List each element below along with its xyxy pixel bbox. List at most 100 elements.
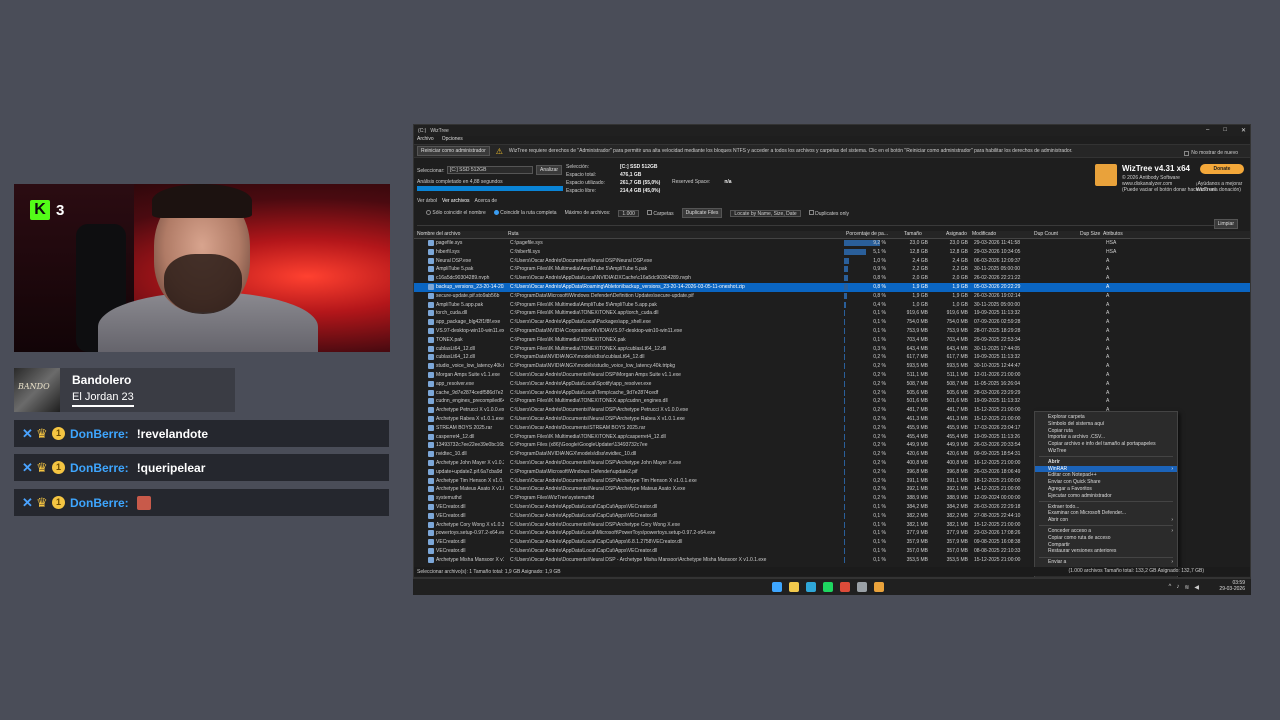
- song-title: Bandolero: [72, 373, 132, 387]
- table-row[interactable]: studio_voice_low_latency.40k.trtpkg C:\Pr…: [414, 362, 1250, 371]
- context-menu-item[interactable]: Editar con Notepad++: [1035, 472, 1177, 479]
- menu-opciones[interactable]: Opciones: [442, 136, 463, 144]
- col-dup-size[interactable]: Dup Size: [1080, 231, 1100, 237]
- file-modified: 17-03-2026 23:04:17: [974, 424, 1021, 431]
- wiztree-icon[interactable]: [874, 582, 884, 592]
- table-row[interactable]: TONEX.pak C:\Program Files\IK Multimedia\…: [414, 336, 1250, 345]
- file-explorer-icon[interactable]: [789, 582, 799, 592]
- context-menu-item[interactable]: Abrir con ›: [1035, 517, 1177, 524]
- duplicate-match-select[interactable]: Locate by Name, Size, Date: [730, 209, 801, 217]
- percent-bar: [844, 433, 845, 440]
- context-menu-item[interactable]: Símbolo del sistema aquí: [1035, 421, 1177, 428]
- clear-button[interactable]: Limpiar: [1213, 219, 1238, 229]
- tab-tree-view[interactable]: Ver árbol: [417, 198, 437, 204]
- table-row[interactable]: c16a5dc90304289.nvph C:\Users\Oscar André…: [414, 274, 1250, 283]
- col-dup-count[interactable]: Dup Count: [1034, 231, 1058, 237]
- col-path[interactable]: Ruta: [508, 231, 519, 237]
- context-menu-item[interactable]: Extraer todo...: [1035, 504, 1177, 511]
- table-row[interactable]: hiberfil.sys C:\hiberfil.sys 5,1 % 12,8 GB 1…: [414, 248, 1250, 257]
- file-path: C:\Users\Oscar Andrés\Documents\Neural D…: [510, 521, 680, 528]
- restart-admin-button[interactable]: Reiniciar como administrador: [417, 146, 490, 156]
- chevron-up-icon[interactable]: ^: [1169, 584, 1172, 591]
- context-menu-item[interactable]: WizTree: [1035, 448, 1177, 455]
- context-menu-item[interactable]: Examinar con Microsoft Defender...: [1035, 510, 1177, 517]
- no-show-checkbox[interactable]: [1184, 150, 1190, 156]
- col-attributes[interactable]: Atributos: [1103, 231, 1123, 237]
- table-row[interactable]: cache_9d7e2874cedf586d7e2 C:\Users\Oscar …: [414, 389, 1250, 398]
- file-modified: 23-03-2026 17:08:26: [974, 530, 1021, 537]
- table-row[interactable]: pagefile.sys C:\pagefile.sys 9,2 % 23,0 GB 2…: [414, 239, 1250, 248]
- context-menu-item[interactable]: Copiar ruta: [1035, 428, 1177, 435]
- chat-username[interactable]: DonBerre:: [70, 461, 129, 475]
- context-menu-item[interactable]: Explorar carpeta: [1035, 414, 1177, 421]
- duplicates-only-checkbox[interactable]: [808, 209, 814, 215]
- context-menu-item[interactable]: Importar a archivo .CSV...: [1035, 434, 1177, 441]
- context-menu-item[interactable]: Copiar como ruta de acceso: [1035, 535, 1177, 542]
- col-allocated[interactable]: Asignado: [946, 231, 967, 237]
- table-row[interactable]: AmpliTube 5.app.pak C:\Program Files\IK M…: [414, 301, 1250, 310]
- table-row[interactable]: VS.97-desktop-win10-win11.exe C:\ProgramD…: [414, 327, 1250, 336]
- maximize-icon[interactable]: □: [1223, 127, 1227, 134]
- radio-full-path[interactable]: [493, 210, 499, 216]
- context-menu-item[interactable]: Compartir: [1035, 542, 1177, 549]
- table-row[interactable]: cublasLt64_12.dll C:\Program Files\IK Mul…: [414, 345, 1250, 354]
- table-row[interactable]: Morgan Amps Suite v1.1.exe C:\Users\Oscar…: [414, 371, 1250, 380]
- table-row[interactable]: Neural DSP.exe C:\Users\Oscar Andrés\Docu…: [414, 257, 1250, 266]
- table-row[interactable]: secure-update.pif.sto9ab56b C:\ProgramDat…: [414, 292, 1250, 301]
- context-menu-item[interactable]: Enviar a ›: [1035, 559, 1177, 566]
- context-menu-item[interactable]: Restaurar versiones anteriores: [1035, 548, 1177, 555]
- context-menu-item[interactable]: WinRAR ›: [1035, 465, 1177, 473]
- context-menu-item[interactable]: Abrir: [1035, 459, 1177, 466]
- table-row[interactable]: torch_cuda.dll C:\Program Files\IK Multim…: [414, 309, 1250, 318]
- search-input[interactable]: [417, 219, 1217, 226]
- edge-icon[interactable]: [806, 582, 816, 592]
- context-menu-item[interactable]: Copiar archivo e info del tamaño al port…: [1035, 441, 1177, 448]
- table-row[interactable]: cublasLt64_12.dll C:\ProgramData\NVIDIA\N…: [414, 353, 1250, 362]
- wifi-icon[interactable]: ≋: [1184, 584, 1189, 591]
- close-icon[interactable]: ✕: [1241, 127, 1246, 134]
- context-menu-item[interactable]: Conceder acceso a ›: [1035, 528, 1177, 535]
- settings-icon[interactable]: [857, 582, 867, 592]
- context-menu-item[interactable]: Enviar con Quick Share: [1035, 479, 1177, 486]
- table-row[interactable]: app_resolver.exe C:\Users\Oscar Andrés\Ap…: [414, 380, 1250, 389]
- table-row[interactable]: app_package_blg42f1f8f.exe C:\Users\Oscar…: [414, 318, 1250, 327]
- chrome-icon[interactable]: [840, 582, 850, 592]
- window-controls: – □ ✕: [1206, 127, 1246, 134]
- radio-only-name[interactable]: [426, 210, 431, 216]
- file-allocated: 384,2 MB: [946, 503, 968, 510]
- file-name: Archetype Rabea X v1.0.1.exe: [436, 415, 504, 422]
- col-size[interactable]: Tamaño: [904, 231, 922, 237]
- context-menu-item[interactable]: Ejecutar como administrador: [1035, 493, 1177, 500]
- no-show-again-option[interactable]: No mostrar de nuevo: [1184, 150, 1238, 156]
- volume-icon[interactable]: ◀: [1194, 584, 1199, 591]
- col-name[interactable]: Nombre del archivo: [417, 231, 460, 237]
- donate-button[interactable]: Donate: [1200, 164, 1244, 174]
- folders-option[interactable]: Carpetas: [646, 209, 674, 217]
- duplicate-files-button[interactable]: Duplicate Files: [681, 208, 723, 218]
- only-name-option[interactable]: Sólo coincidir el nombre: [426, 210, 486, 216]
- clock[interactable]: 03:59 29-03-2026: [1219, 580, 1245, 592]
- drive-select[interactable]: [C:] SSD 512GB: [447, 166, 533, 174]
- minimize-icon[interactable]: –: [1206, 127, 1209, 134]
- tab-about[interactable]: Acerca de: [475, 198, 498, 204]
- chat-username[interactable]: DonBerre:: [70, 427, 129, 441]
- table-row[interactable]: backup_versions_23-20-14-2026.zip C:\User…: [414, 282, 1250, 292]
- menu-archivo[interactable]: Archivo: [417, 136, 434, 144]
- duplicates-only-option[interactable]: Duplicates only: [808, 209, 849, 217]
- table-row[interactable]: cudnn_engines_precompiled64_9.dll C:\Prog…: [414, 397, 1250, 406]
- folders-checkbox[interactable]: [646, 209, 652, 215]
- col-percent[interactable]: Porcentaje de pa...: [846, 231, 888, 237]
- table-row[interactable]: AmpliTube 5.pak C:\Program Files\IK Multi…: [414, 265, 1250, 274]
- chat-username[interactable]: DonBerre:: [70, 496, 129, 510]
- tab-file-view[interactable]: Ver archivos: [442, 198, 470, 204]
- mic-icon[interactable]: ♪: [1176, 584, 1179, 591]
- file-modified: 16-12-2025 21:00:00: [974, 459, 1021, 466]
- spotify-icon[interactable]: [823, 582, 833, 592]
- analyze-button[interactable]: Analizar: [536, 165, 563, 175]
- windows-start-icon[interactable]: [772, 582, 782, 592]
- context-menu-item[interactable]: Agregar a Favoritos: [1035, 486, 1177, 493]
- col-modified[interactable]: Modificado: [972, 231, 996, 237]
- max-files-select[interactable]: 1.000: [618, 209, 639, 217]
- file-size: 2,4 GB: [912, 257, 928, 264]
- full-path-option[interactable]: Coincidir la ruta completa: [493, 210, 557, 216]
